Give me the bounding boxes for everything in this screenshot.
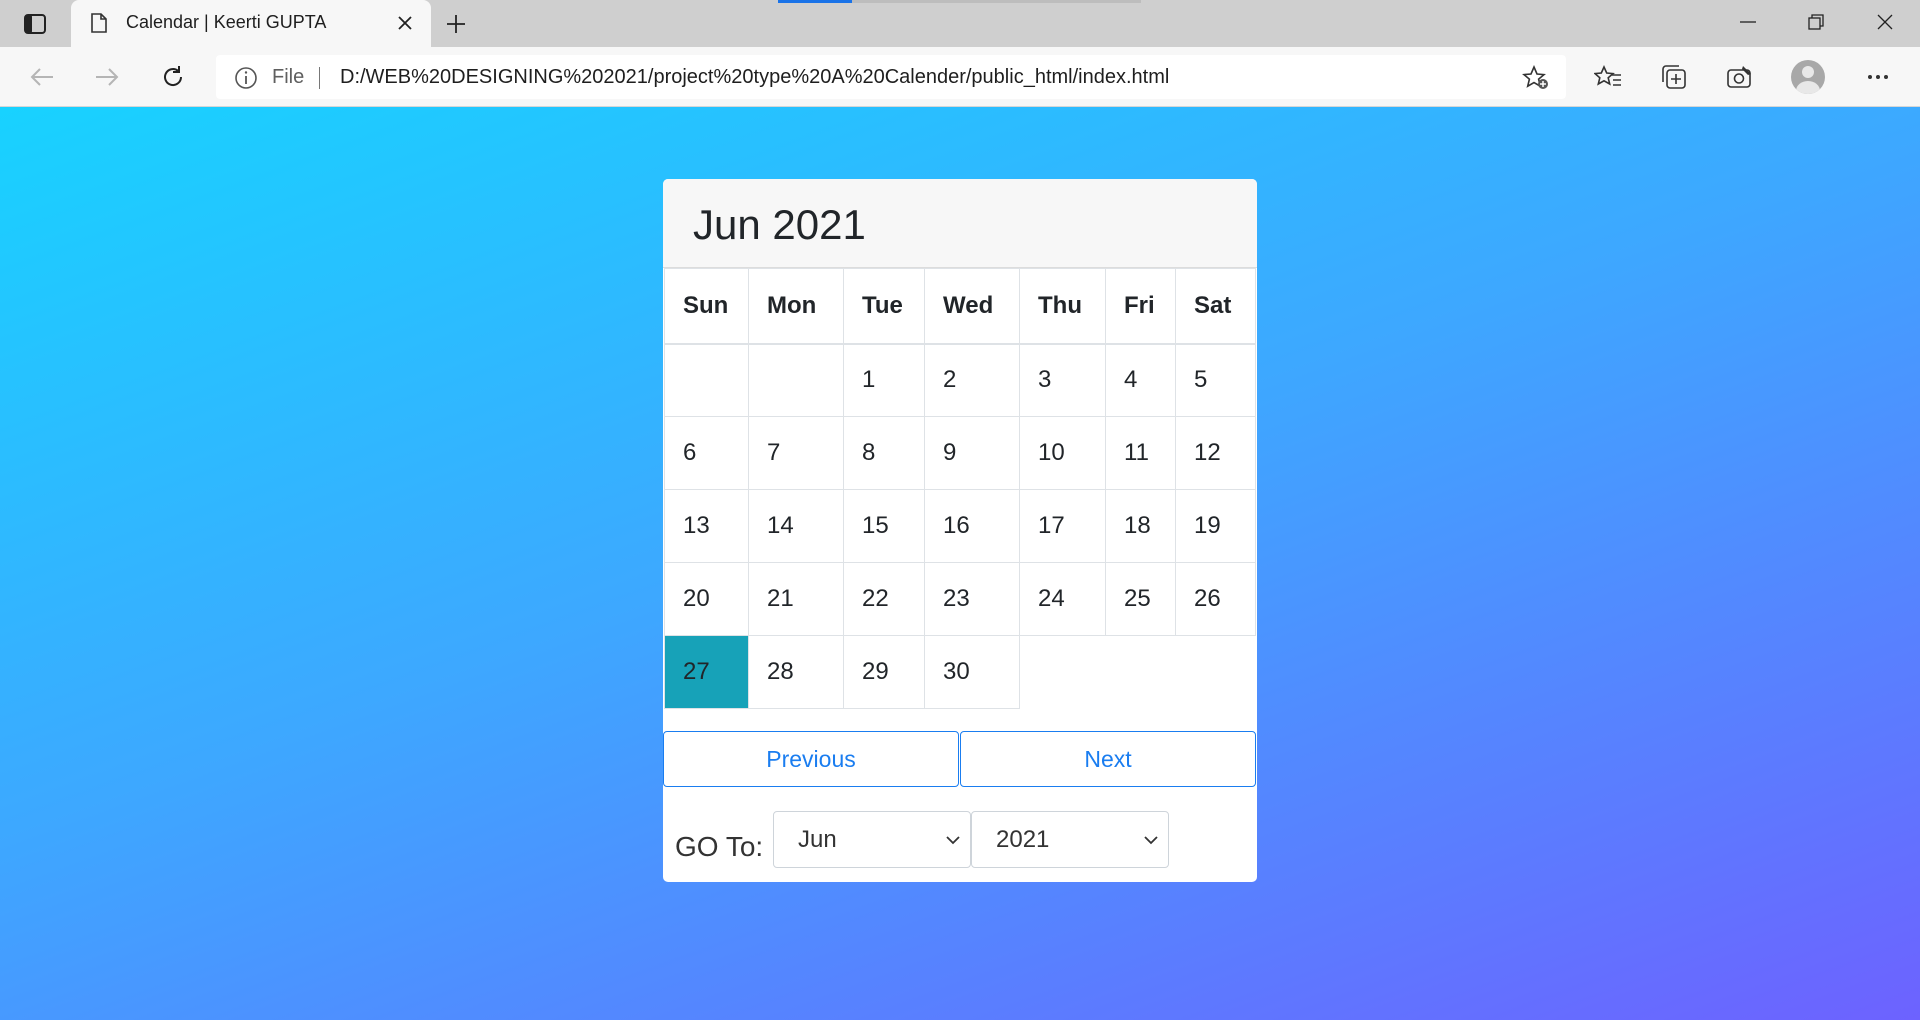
previous-button[interactable]: Previous (663, 731, 959, 787)
day-cell[interactable]: 4 (1105, 343, 1176, 417)
forward-arrow-icon[interactable] (89, 59, 125, 95)
year-select[interactable]: 2021 (971, 811, 1169, 868)
day-cell[interactable]: 8 (843, 416, 925, 490)
month-select-value: Jun (798, 826, 837, 853)
page-icon (91, 13, 107, 37)
week-row: 1 2 3 4 5 (664, 343, 1256, 417)
close-tab-icon[interactable] (393, 11, 417, 35)
day-cell[interactable]: 12 (1175, 416, 1256, 490)
address-scheme: File (272, 66, 305, 88)
day-cell[interactable]: 21 (748, 562, 844, 636)
day-cell-empty (664, 343, 749, 417)
day-cell[interactable]: 23 (924, 562, 1020, 636)
tab-actions-icon[interactable] (20, 10, 50, 38)
month-select[interactable]: Jun (773, 811, 971, 868)
calendar-card: Jun 2021 Sun Mon Tue Wed Thu Fri Sat 1 2… (663, 179, 1257, 882)
week-row: 20 21 22 23 24 25 26 (664, 562, 1256, 636)
day-cell[interactable]: 25 (1105, 562, 1176, 636)
month-year-title: Jun 2021 (693, 201, 866, 248)
goto-label: GO To: (675, 831, 764, 862)
weekday-header: Tue (843, 268, 925, 345)
day-cell[interactable]: 19 (1175, 489, 1256, 563)
calendar-table: Sun Mon Tue Wed Thu Fri Sat 1 2 3 4 5 6 … (664, 268, 1256, 709)
day-cell[interactable]: 20 (664, 562, 749, 636)
day-cell[interactable]: 26 (1175, 562, 1256, 636)
day-cell[interactable]: 30 (924, 635, 1020, 709)
day-cell[interactable]: 6 (664, 416, 749, 490)
close-window-icon[interactable] (1852, 0, 1918, 44)
day-cell[interactable]: 5 (1175, 343, 1256, 417)
week-row: 6 7 8 9 10 11 12 (664, 416, 1256, 490)
day-cell-blank (1176, 636, 1256, 709)
minimize-icon[interactable] (1715, 0, 1781, 44)
restore-icon[interactable] (1783, 0, 1849, 44)
day-cell[interactable]: 29 (843, 635, 925, 709)
tab-bar: Calendar | Keerti GUPTA (0, 0, 1920, 47)
back-arrow-icon[interactable] (24, 59, 60, 95)
info-icon[interactable] (234, 66, 258, 94)
tab-title: Calendar | Keerti GUPTA (126, 12, 327, 32)
day-cell[interactable]: 1 (843, 343, 925, 417)
address-url[interactable]: D:/WEB%20DESIGNING%202021/project%20type… (340, 66, 1169, 89)
favorites-icon[interactable] (1590, 59, 1626, 95)
chevron-down-icon (1144, 832, 1158, 850)
loading-indicator (778, 0, 1141, 3)
day-cell[interactable]: 17 (1019, 489, 1106, 563)
day-cell-today[interactable]: 27 (664, 635, 749, 709)
page-background: Jun 2021 Sun Mon Tue Wed Thu Fri Sat 1 2… (0, 107, 1920, 1020)
weekday-header: Wed (924, 268, 1020, 345)
active-tab[interactable]: Calendar | Keerti GUPTA (71, 0, 431, 47)
day-cell[interactable]: 13 (664, 489, 749, 563)
day-cell[interactable]: 16 (924, 489, 1020, 563)
collections-icon[interactable] (1656, 59, 1692, 95)
weekday-header: Sat (1175, 268, 1256, 345)
weekday-header: Mon (748, 268, 844, 345)
day-cell[interactable]: 28 (748, 635, 844, 709)
new-tab-icon[interactable] (440, 9, 472, 39)
weekday-header: Thu (1019, 268, 1106, 345)
calendar-header: Jun 2021 (663, 179, 1257, 268)
weekday-header: Sun (664, 268, 749, 345)
day-cell-blank (1106, 636, 1176, 709)
day-cell[interactable]: 22 (843, 562, 925, 636)
day-cell[interactable]: 7 (748, 416, 844, 490)
add-favorite-icon[interactable] (1522, 64, 1550, 95)
browser-toolbar: File D:/WEB%20DESIGNING%202021/project%2… (0, 47, 1920, 107)
weekday-header-row: Sun Mon Tue Wed Thu Fri Sat (664, 268, 1256, 345)
next-button[interactable]: Next (960, 731, 1256, 787)
year-select-value: 2021 (996, 826, 1050, 853)
week-row: 27 28 29 30 (664, 635, 1256, 709)
day-cell[interactable]: 9 (924, 416, 1020, 490)
day-cell[interactable]: 14 (748, 489, 844, 563)
day-cell[interactable]: 3 (1019, 343, 1106, 417)
day-cell-blank (1020, 636, 1106, 709)
browser-essentials-icon[interactable] (1722, 59, 1758, 95)
address-bar[interactable]: File D:/WEB%20DESIGNING%202021/project%2… (216, 55, 1566, 99)
refresh-icon[interactable] (155, 59, 191, 95)
chevron-down-icon (946, 832, 960, 850)
weekday-header: Fri (1105, 268, 1176, 345)
profile-avatar[interactable] (1791, 60, 1825, 94)
day-cell[interactable]: 10 (1019, 416, 1106, 490)
day-cell[interactable]: 18 (1105, 489, 1176, 563)
week-row: 13 14 15 16 17 18 19 (664, 489, 1256, 563)
day-cell[interactable]: 11 (1105, 416, 1176, 490)
day-cell[interactable]: 15 (843, 489, 925, 563)
day-cell[interactable]: 24 (1019, 562, 1106, 636)
day-cell-empty (748, 343, 844, 417)
address-divider (319, 67, 320, 89)
day-cell[interactable]: 2 (924, 343, 1020, 417)
more-options-icon[interactable] (1860, 59, 1896, 95)
